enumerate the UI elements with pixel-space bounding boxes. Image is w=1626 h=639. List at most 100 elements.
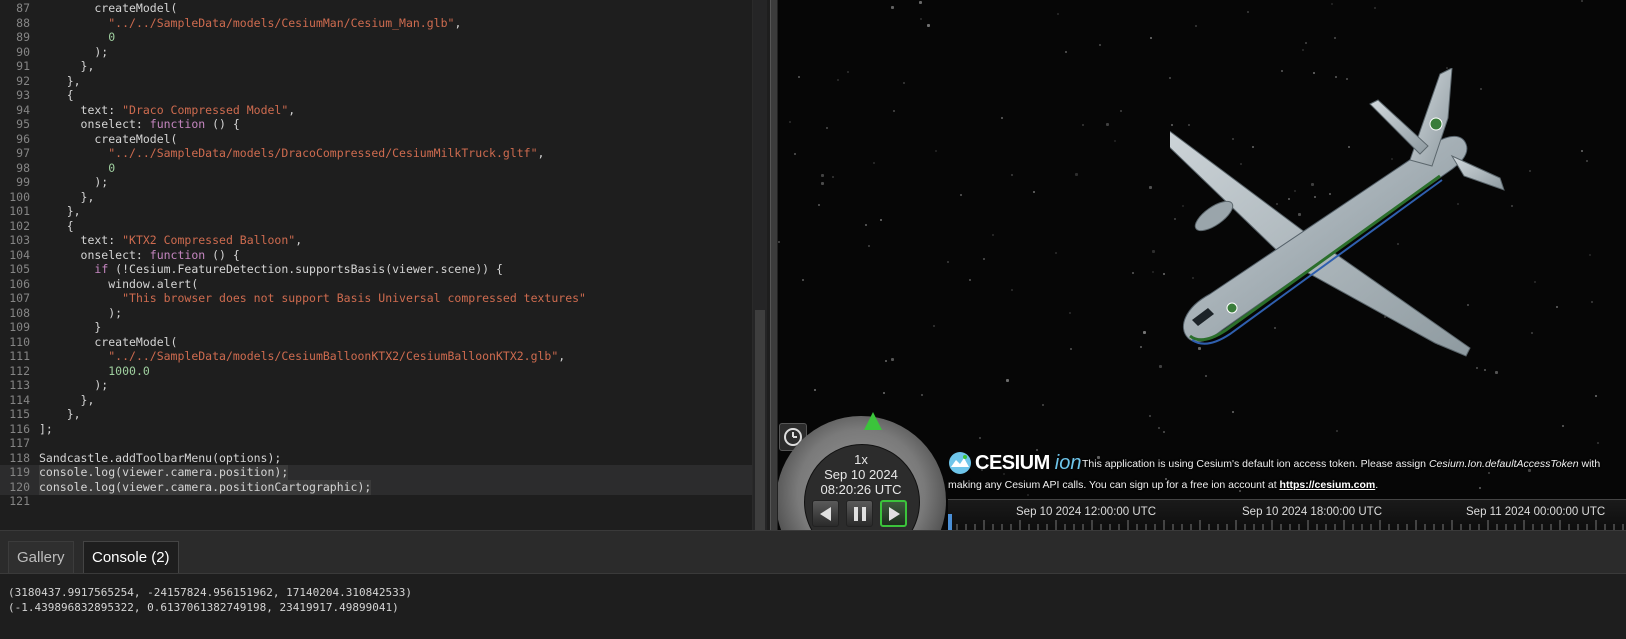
code-line[interactable]: 112 1000.0 [0, 364, 752, 379]
code-line[interactable]: 101 }, [0, 204, 752, 219]
line-number: 96 [16, 131, 30, 146]
code-text: onselect: function () { [39, 248, 240, 263]
code-line[interactable]: 117 [0, 436, 752, 451]
code-line[interactable]: 104 onselect: function () { [0, 248, 752, 263]
star [1534, 281, 1536, 283]
code-text: createModel( [39, 335, 177, 350]
star [1057, 13, 1059, 15]
code-text: createModel( [39, 1, 177, 16]
code-line[interactable]: 109 } [0, 320, 752, 335]
star [919, 1, 922, 4]
code-token: () { [205, 117, 240, 131]
code-line[interactable]: 100 }, [0, 190, 752, 205]
cesium-link[interactable]: https://cesium.com [1280, 479, 1376, 491]
code-text: window.alert( [39, 277, 198, 292]
code-line[interactable]: 118 Sandcastle.addToolbarMenu(options); [0, 451, 752, 466]
code-token: ); [39, 175, 109, 189]
editor-scrollbar-thumb[interactable] [755, 310, 765, 530]
star [1595, 395, 1597, 397]
code-line[interactable]: 119 console.log(viewer.camera.position); [0, 465, 752, 480]
code-line[interactable]: 121 [0, 494, 752, 509]
code-line[interactable]: 108 ); [0, 306, 752, 321]
code-token: function [149, 247, 206, 262]
star [885, 360, 887, 362]
line-number: 115 [9, 407, 30, 421]
star [920, 18, 922, 20]
star [1495, 371, 1498, 374]
code-line[interactable]: 96 createModel( [0, 132, 752, 147]
code-line[interactable]: 103 text: "KTX2 Compressed Balloon", [0, 233, 752, 248]
code-line[interactable]: 89 0 [0, 30, 752, 45]
tab-console[interactable]: Console (2) [83, 541, 179, 573]
star [832, 176, 834, 178]
line-number: 118 [9, 450, 30, 465]
star [821, 174, 824, 177]
line-number: 116 [9, 421, 30, 436]
code-line[interactable]: 106 window.alert( [0, 277, 752, 292]
code-line[interactable]: 116]; [0, 422, 752, 437]
code-token: 1000.0 [108, 363, 150, 378]
code-line[interactable]: 92 }, [0, 74, 752, 89]
code-line[interactable]: 99 ); [0, 175, 752, 190]
star [1195, 25, 1197, 27]
code-line[interactable]: 110 createModel( [0, 335, 752, 350]
star [883, 392, 885, 394]
star [868, 245, 870, 247]
play-button[interactable] [880, 500, 907, 527]
code-token: { [39, 218, 74, 233]
credit-text-line1: This application is using Cesium's defau… [1082, 458, 1600, 470]
code-line[interactable]: 107 "This browser does not support Basis… [0, 291, 752, 306]
code-line[interactable]: 94 text: "Draco Compressed Model", [0, 103, 752, 118]
cesium-viewer[interactable]: 1x Sep 10 2024 08:20:26 UTC CESIUM ion T… [778, 0, 1626, 530]
timeline-needle[interactable] [948, 514, 952, 530]
code-line[interactable]: 102 { [0, 219, 752, 234]
code-line[interactable]: 93 { [0, 88, 752, 103]
pause-button[interactable] [846, 500, 873, 527]
tab-gallery[interactable]: Gallery [8, 541, 74, 573]
star [1033, 191, 1035, 193]
star [1070, 348, 1072, 350]
code-line[interactable]: 105 if (!Cesium.FeatureDetection.support… [0, 262, 752, 277]
line-number: 92 [16, 73, 30, 88]
line-number: 94 [16, 102, 30, 117]
code-line[interactable]: 120 console.log(viewer.camera.positionCar… [0, 479, 752, 495]
code-line[interactable]: 98 0 [0, 161, 752, 176]
rewind-button[interactable] [812, 500, 839, 527]
star [826, 127, 828, 129]
editor-scrollbar[interactable] [752, 0, 767, 530]
code-line[interactable]: 115 }, [0, 407, 752, 422]
animation-widget[interactable]: 1x Sep 10 2024 08:20:26 UTC [778, 412, 951, 530]
code-line[interactable]: 88 "../../SampleData/models/CesiumMan/Ce… [0, 16, 752, 31]
star [1143, 331, 1146, 334]
code-line[interactable]: 91 }, [0, 59, 752, 74]
star [1205, 375, 1207, 377]
line-number: 109 [9, 320, 30, 334]
code-line[interactable]: 87 createModel( [0, 1, 752, 16]
code-line[interactable]: 111 "../../SampleData/models/CesiumBallo… [0, 349, 752, 364]
star [1011, 289, 1013, 291]
code-editor[interactable]: 87 createModel(88 "../../SampleData/mode… [0, 0, 770, 530]
code-text: Sandcastle.addToolbarMenu(options); [39, 451, 281, 466]
line-number: 90 [16, 44, 30, 59]
star [891, 358, 894, 361]
ion-logo-word: ion [1054, 451, 1082, 474]
timeline[interactable]: Sep 10 2024 12:00:00 UTC Sep 10 2024 18:… [948, 499, 1626, 530]
code-line[interactable]: 114 }, [0, 393, 752, 408]
code-line[interactable]: 90 ); [0, 45, 752, 60]
line-number: 114 [9, 392, 30, 407]
star [873, 162, 875, 164]
code-line[interactable]: 95 onselect: function () { [0, 117, 752, 132]
code-line[interactable]: 97 "../../SampleData/models/DracoCompres… [0, 146, 752, 161]
code-text: "This browser does not support Basis Uni… [39, 291, 586, 306]
code-token: , [558, 349, 566, 363]
code-text: }, [39, 204, 81, 219]
panel-splitter[interactable] [770, 0, 778, 530]
line-number: 113 [9, 378, 30, 392]
cesium-ion-logo[interactable]: CESIUM ion [948, 450, 1082, 476]
code-line[interactable]: 113 ); [0, 378, 752, 393]
star [1099, 44, 1101, 46]
